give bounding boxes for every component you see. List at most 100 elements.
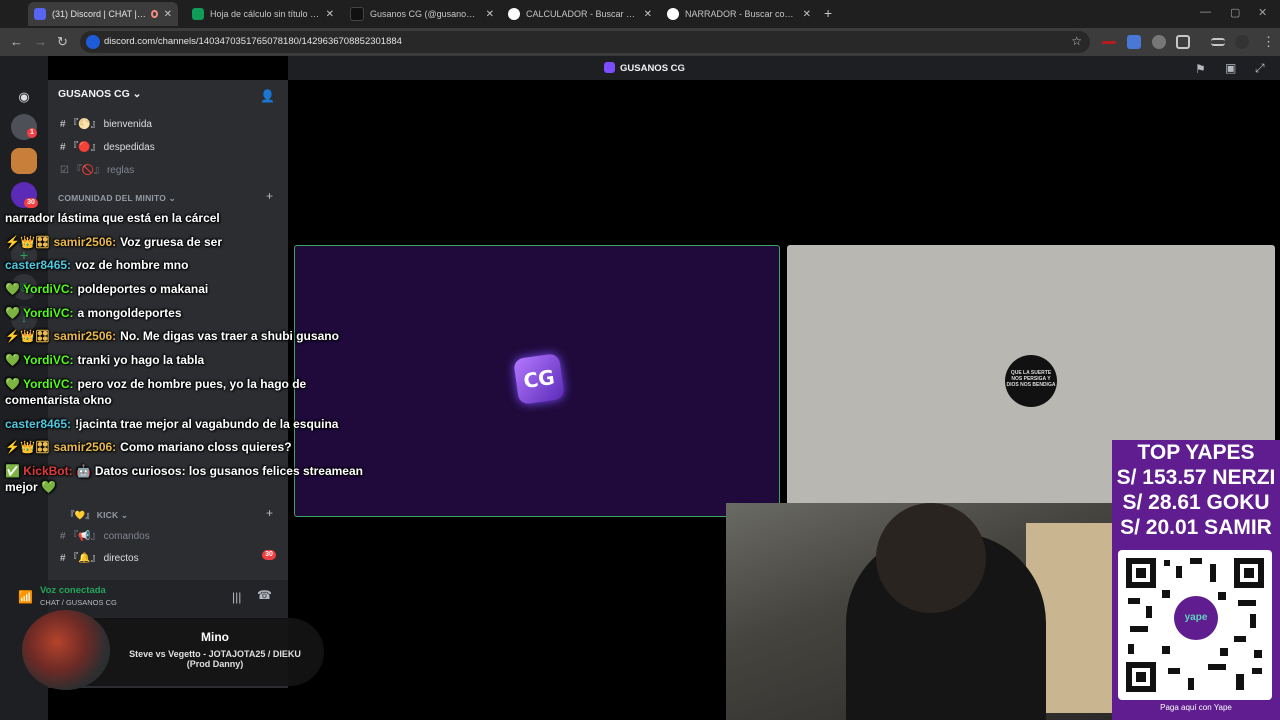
stage-header [288,56,1280,80]
yape-donor-line: S/ 153.57 NERZI [1116,466,1276,489]
yape-donor-line: S/ 20.01 SAMIR [1120,516,1272,539]
translate-extension-icon[interactable] [1127,35,1141,49]
flag-icon[interactable]: ⚑ [1195,62,1206,76]
top-yapes-title: TOP YAPES [1137,441,1255,464]
server-badge: 30 [24,198,38,208]
close-tab-icon[interactable]: ✕ [164,9,172,20]
channel-reglas[interactable]: ☑ 『🚫』 reglas [60,161,134,176]
minimize-icon[interactable]: — [1200,6,1211,18]
channel-bienvenida[interactable]: # 『🌕』 bienvenida [60,115,152,130]
tab-discord[interactable]: (31) Discord | CHAT | GUSANOS CG ✕ [28,2,178,26]
now-playing-title: Mino [201,630,229,644]
chat-text: a mongoldeportes [77,305,182,320]
stream-chat-overlay: narrador lástima que está en la cárcel ⚡👑… [5,210,365,503]
chat-text: narrador lástima que está en la cárcel [5,211,220,225]
category-comunidad[interactable]: COMUNIDAD DEL MINITO ⌄ [58,193,176,204]
reload-icon[interactable]: ↻ [57,34,68,50]
add-channel-icon[interactable]: + [266,506,273,520]
close-tab-icon[interactable]: ✕ [326,9,334,20]
guild-icon [604,62,615,73]
close-tab-icon[interactable]: ✕ [486,9,494,20]
channel-directos[interactable]: # 『🔔』 directos [60,549,139,564]
chat-text: Voz gruesa de ser [120,234,222,249]
chat-text: No. Me digas vas traer a shubi gusano [120,329,339,344]
back-arrow-icon[interactable]: ← [10,34,23,49]
chat-text: Como mariano closs quieres? [120,440,292,455]
chat-message: ⚡👑🎛 samir2506: Voz gruesa de ser [5,234,365,250]
media-controls-icon[interactable] [1211,38,1225,46]
chat-username: 💚 YordiVC: [5,353,74,368]
chat-username: 💚 YordiVC: [5,376,74,391]
extensions-puzzle-icon[interactable] [1176,35,1190,49]
close-window-icon[interactable]: ✕ [1258,6,1267,19]
close-tab-icon[interactable]: ✕ [803,9,811,20]
extension-icon[interactable] [1152,35,1166,49]
channel-comandos[interactable]: # 『📢』 comandos [60,527,150,542]
chat-message: ✅ KickBot: 🤖 Datos curiosos: los gusanos … [5,463,365,495]
new-tab-button[interactable]: + [824,5,832,21]
yape-donor-line: S/ 28.61 GOKU [1122,491,1270,514]
noise-suppression-icon[interactable]: ||| [232,590,241,604]
google-favicon-icon [508,8,520,20]
chat-message: caster8465: voz de hombre mno [5,257,365,273]
voice-channel-path[interactable]: CHAT / GUSANOS CG [40,598,117,607]
extension-red-icon[interactable] [1102,41,1116,44]
yape-logo-icon: yape [1174,596,1218,640]
chat-username: ✅ KickBot: 🤖 [5,463,91,478]
chat-username: ⚡👑🎛 samir2506: [5,440,117,455]
unread-badge: 30 [262,550,276,560]
chat-text: poldeportes o makanai [77,282,209,297]
url-text[interactable]: discord.com/channels/1403470351765078180… [104,36,402,47]
webcam-feed [726,503,1112,720]
signal-icon[interactable]: 📶 [18,590,33,604]
gusanos-cg-logo: CG [513,353,565,405]
chat-username: 💚 YordiVC: [5,305,74,320]
add-channel-icon[interactable]: + [266,189,273,203]
chat-message: 💚 YordiVC: a mongoldeportes [5,305,365,321]
disconnect-icon[interactable]: ☎ [257,588,272,602]
chat-message: caster8465: !jacinta trae mejor al vagabu… [5,416,365,432]
category-kick[interactable]: 『💛』 KICK ⌄ [66,509,128,521]
fullscreen-icon[interactable]: ⤢ [1255,61,1265,76]
yape-footer-text: Paga aquí con Yape [1160,703,1232,712]
chat-username: ⚡👑🎛 samir2506: [5,329,117,344]
close-tab-icon[interactable]: ✕ [644,9,652,20]
menu-kebab-icon[interactable]: ⋮ [1262,34,1275,50]
tab-calculador[interactable]: CALCULADOR - Buscar con Google ✕ [502,2,658,26]
server-badge: 1 [27,128,37,138]
chat-message: ⚡👑🎛 samir2506: Como mariano closs quieres… [5,439,365,455]
maximize-icon[interactable]: ▢ [1230,6,1240,19]
profile-avatar-icon[interactable] [1235,35,1249,49]
server-icon[interactable] [11,148,37,174]
album-art-image [22,610,110,690]
stage-title: GUSANOS CG [620,63,685,74]
direct-messages-icon[interactable]: ◉ [11,84,37,110]
chat-message: narrador lástima que está en la cárcel [5,210,365,226]
chat-username: 💚 YordiVC: [5,282,74,297]
guild-name[interactable]: GUSANOS CG ⌄ [58,88,141,100]
chat-message: 💚 YordiVC: tranki yo hago la tabla [5,352,365,368]
tab-sheets[interactable]: Hoja de cálculo sin título - Hojas ✕ [186,2,340,26]
chat-text: !jacinta trae mejor al vagabundo de la e… [75,416,339,431]
recording-icon [151,10,158,18]
popout-icon[interactable]: ▣ [1225,61,1236,75]
google-favicon-icon [667,8,679,20]
chat-message: 💚 YordiVC: poldeportes o makanai [5,281,365,297]
streamer-head [876,503,986,613]
tab-narrador[interactable]: NARRADOR - Buscar con Google ✕ [661,2,817,26]
forward-arrow-icon[interactable]: → [34,34,47,49]
browser-tab-bar: (31) Discord | CHAT | GUSANOS CG ✕ Hoja … [0,0,1280,28]
address-bar[interactable]: discord.com/channels/1403470351765078180… [80,31,1090,53]
chat-text: tranki yo hago la tabla [77,353,205,368]
chat-username: ⚡👑🎛 samir2506: [5,234,117,249]
chat-text: voz de hombre mno [75,258,189,273]
chat-message: 💚 YordiVC: pero voz de hombre pues, yo la… [5,376,365,408]
address-toolbar: ← → ↻ discord.com/channels/1403470351765… [0,28,1280,56]
voice-status[interactable]: Voz conectada [40,585,106,596]
channel-despedidas[interactable]: # 『🔴』 despedidas [60,138,155,153]
chat-username: caster8465: [5,416,72,431]
invite-people-icon[interactable]: 👤 [260,89,275,103]
bookmark-star-icon[interactable]: ☆ [1071,34,1082,48]
tab-tiktok[interactable]: Gusanos CG (@gusanos.cg) | TikTok ✕ [344,2,500,26]
site-info-icon[interactable] [86,35,100,49]
